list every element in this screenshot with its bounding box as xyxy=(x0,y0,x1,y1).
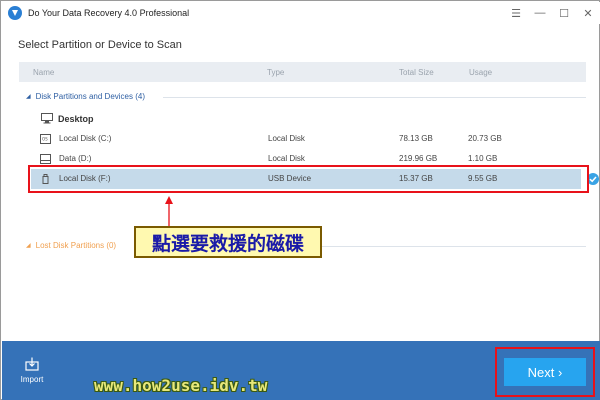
import-icon xyxy=(25,357,39,371)
divider xyxy=(322,246,586,247)
import-label: Import xyxy=(20,375,44,384)
group-lost-partitions[interactable]: ◢ Lost Disk Partitions (0) xyxy=(26,241,116,250)
app-window: Do Your Data Recovery 4.0 Professional ☰… xyxy=(0,0,600,400)
annotation-callout: 點選要救援的磁碟 xyxy=(134,226,322,258)
import-button[interactable]: Import xyxy=(16,357,48,384)
group-lost-label: Lost Disk Partitions (0) xyxy=(35,241,117,250)
watermark: www.how2use.idv.tw xyxy=(94,376,268,395)
next-button[interactable]: Next › xyxy=(504,358,586,386)
expand-triangle-icon: ◢ xyxy=(26,243,31,249)
